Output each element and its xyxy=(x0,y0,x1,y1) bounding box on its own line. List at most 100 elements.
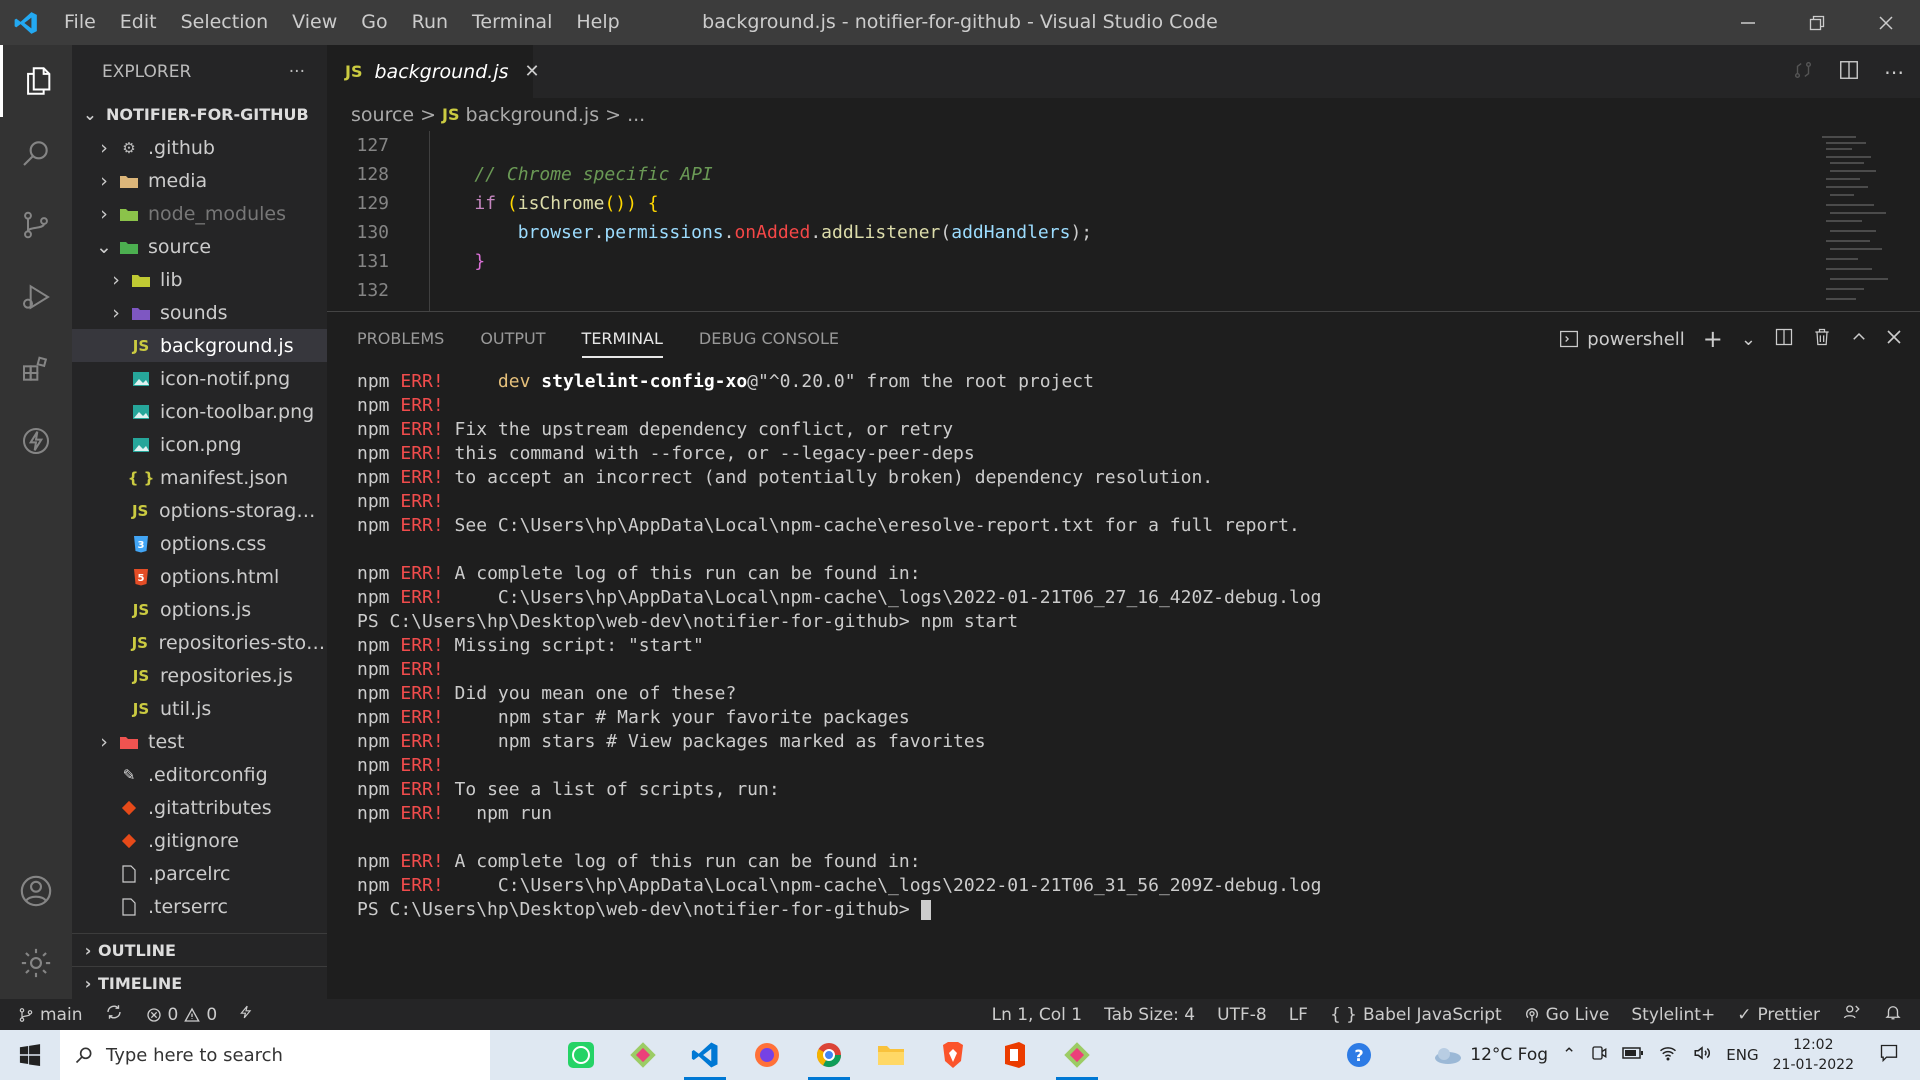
tab-terminal[interactable]: TERMINAL xyxy=(564,312,681,366)
prettier-status[interactable]: ✓ Prettier xyxy=(1737,1005,1820,1025)
tree-item-parcelrc[interactable]: .parcelrc xyxy=(72,857,327,890)
tree-item-options-js[interactable]: JS options.js xyxy=(72,593,327,626)
battery-icon[interactable] xyxy=(1622,1045,1644,1065)
language-mode[interactable]: { } Babel JavaScript xyxy=(1330,1005,1502,1025)
breadcrumb-symbol[interactable]: > ... xyxy=(605,104,645,126)
branch-indicator[interactable]: main xyxy=(18,1005,82,1025)
tree-item-editorconfig[interactable]: ✎ .editorconfig xyxy=(72,758,327,791)
menu-terminal[interactable]: Terminal xyxy=(460,0,564,45)
tree-item-terserrc[interactable]: .terserrc xyxy=(72,890,327,923)
meet-now-icon[interactable] xyxy=(1590,1044,1608,1067)
whatsapp-app-icon[interactable] xyxy=(550,1030,612,1080)
tree-item-source[interactable]: ⌄ source xyxy=(72,230,327,263)
tree-item-options-css[interactable]: 3 options.css xyxy=(72,527,327,560)
tab-problems[interactable]: PROBLEMS xyxy=(339,312,462,366)
tree-item-icon-png[interactable]: icon.png xyxy=(72,428,327,461)
project-root[interactable]: ⌄ NOTIFIER-FOR-GITHUB xyxy=(72,98,327,131)
more-actions-icon[interactable]: ⋯ xyxy=(1884,60,1904,84)
explorer-more-button[interactable]: ··· xyxy=(289,62,305,82)
tree-item-lib[interactable]: › lib xyxy=(72,263,327,296)
run-debug-icon[interactable] xyxy=(0,261,72,333)
tree-item-test[interactable]: › test xyxy=(72,725,327,758)
menu-view[interactable]: View xyxy=(280,0,349,45)
git-app-icon[interactable] xyxy=(612,1030,674,1080)
sync-icon[interactable] xyxy=(104,1003,124,1026)
tree-item-github[interactable]: › ⚙ .github xyxy=(72,131,327,164)
search-icon[interactable] xyxy=(0,117,72,189)
tab-size[interactable]: Tab Size: 4 xyxy=(1104,1005,1195,1025)
menu-go[interactable]: Go xyxy=(349,0,399,45)
chrome-app-icon[interactable] xyxy=(798,1030,860,1080)
language-indicator[interactable]: ENG xyxy=(1726,1046,1758,1064)
chevron-up-icon[interactable]: ⌃ xyxy=(1562,1045,1576,1065)
problems-indicator[interactable]: 0 0 xyxy=(146,1005,217,1025)
split-editor-icon[interactable] xyxy=(1838,59,1860,85)
lightning-icon[interactable] xyxy=(0,405,72,477)
menu-file[interactable]: File xyxy=(52,0,108,45)
split-terminal-icon[interactable] xyxy=(1774,327,1794,352)
menu-help[interactable]: Help xyxy=(564,0,631,45)
file-explorer-app-icon[interactable] xyxy=(860,1030,922,1080)
new-terminal-icon[interactable]: + xyxy=(1703,325,1723,353)
maximize-panel-icon[interactable] xyxy=(1850,328,1868,351)
tree-item-options-html[interactable]: 5 options.html xyxy=(72,560,327,593)
brave-app-icon[interactable] xyxy=(922,1030,984,1080)
tree-item-icon-toolbar[interactable]: icon-toolbar.png xyxy=(72,395,327,428)
tree-item-gitattributes[interactable]: .gitattributes xyxy=(72,791,327,824)
office-app-icon[interactable] xyxy=(984,1030,1046,1080)
wifi-icon[interactable] xyxy=(1658,1044,1678,1067)
tree-item-icon-notif[interactable]: icon-notif.png xyxy=(72,362,327,395)
terminal-output[interactable]: npm ERR! dev stylelint-config-xo@"^0.20.… xyxy=(357,370,1322,922)
terminal-selector[interactable]: powershell xyxy=(1559,329,1685,350)
vscode-app-icon[interactable] xyxy=(674,1030,736,1080)
taskbar-search[interactable]: Type here to search xyxy=(60,1030,490,1080)
open-changes-icon[interactable] xyxy=(1792,59,1814,85)
encoding[interactable]: UTF-8 xyxy=(1217,1005,1267,1025)
timeline-section[interactable]: › TIMELINE xyxy=(72,966,327,999)
tab-output[interactable]: OUTPUT xyxy=(462,312,563,366)
chevron-down-icon[interactable]: ⌄ xyxy=(1741,329,1756,350)
extensions-icon[interactable] xyxy=(0,333,72,405)
tab-background-js[interactable]: JS background.js ✕ xyxy=(327,45,540,98)
git-gui-app-icon[interactable] xyxy=(1046,1030,1108,1080)
feedback-icon[interactable] xyxy=(1842,1003,1862,1026)
tree-item-repositories-storage[interactable]: JS repositories-stor... xyxy=(72,626,327,659)
breadcrumb-file[interactable]: background.js xyxy=(466,104,600,126)
tree-item-repositories-js[interactable]: JS repositories.js xyxy=(72,659,327,692)
restore-button[interactable] xyxy=(1782,0,1851,45)
tree-item-manifest[interactable]: { } manifest.json xyxy=(72,461,327,494)
close-window-button[interactable] xyxy=(1851,0,1920,45)
trash-icon[interactable] xyxy=(1812,327,1832,352)
tree-item-options-storage[interactable]: JS options-storage.js xyxy=(72,494,327,527)
menu-edit[interactable]: Edit xyxy=(108,0,169,45)
tree-item-sounds[interactable]: › sounds xyxy=(72,296,327,329)
help-app-icon[interactable]: ? xyxy=(1328,1030,1390,1080)
tree-item-media[interactable]: › media xyxy=(72,164,327,197)
lightning-icon[interactable] xyxy=(239,1003,253,1026)
notifications-icon[interactable] xyxy=(1878,1043,1900,1068)
account-icon[interactable] xyxy=(0,855,72,927)
settings-gear-icon[interactable] xyxy=(0,927,72,999)
menu-run[interactable]: Run xyxy=(400,0,460,45)
clock[interactable]: 12:02 21-01-2022 xyxy=(1773,1035,1854,1075)
minimize-button[interactable] xyxy=(1713,0,1782,45)
volume-icon[interactable] xyxy=(1692,1044,1712,1067)
close-panel-icon[interactable] xyxy=(1886,329,1902,350)
breadcrumb-folder[interactable]: source xyxy=(351,104,414,126)
weather-widget[interactable]: 12°C Fog xyxy=(1432,1045,1548,1065)
minimap[interactable] xyxy=(1816,131,1896,311)
outline-section[interactable]: › OUTLINE xyxy=(72,933,327,966)
stylelint-status[interactable]: Stylelint+ xyxy=(1631,1005,1715,1025)
firefox-app-icon[interactable] xyxy=(736,1030,798,1080)
start-button[interactable] xyxy=(0,1030,60,1080)
tree-item-background-js[interactable]: JS background.js xyxy=(72,329,327,362)
close-tab-icon[interactable]: ✕ xyxy=(525,61,540,82)
tree-item-gitignore[interactable]: .gitignore xyxy=(72,824,327,857)
source-control-icon[interactable] xyxy=(0,189,72,261)
menu-selection[interactable]: Selection xyxy=(169,0,281,45)
line-ending[interactable]: LF xyxy=(1289,1005,1308,1025)
tree-item-node-modules[interactable]: › node_modules xyxy=(72,197,327,230)
cursor-position[interactable]: Ln 1, Col 1 xyxy=(992,1005,1083,1025)
go-live-button[interactable]: Go Live xyxy=(1524,1005,1609,1025)
tree-item-util-js[interactable]: JS util.js xyxy=(72,692,327,725)
